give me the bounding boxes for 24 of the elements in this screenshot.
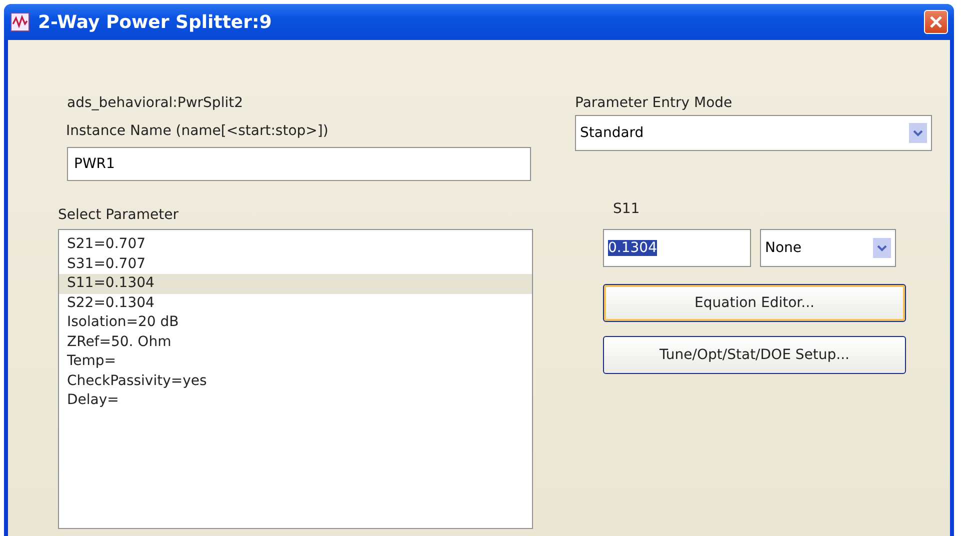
entry-mode-dropdown[interactable]: Standard: [575, 115, 932, 151]
close-icon: [929, 15, 943, 29]
parameter-item[interactable]: S11=0.1304: [59, 274, 532, 294]
close-button[interactable]: [924, 10, 948, 34]
app-icon: [10, 12, 30, 32]
dialog-button[interactable]: Tune/Opt/Stat/DOE Setup...: [603, 336, 906, 374]
instance-name-label: Instance Name (name[<start:stop>]): [66, 123, 330, 139]
instance-name-field[interactable]: PWR1: [67, 147, 531, 181]
parameter-item[interactable]: CheckPassivity=yes: [59, 372, 532, 391]
select-parameter-label: Select Parameter: [58, 207, 180, 223]
entry-mode-label: Parameter Entry Mode: [575, 95, 734, 111]
parameter-item[interactable]: ZRef=50. Ohm: [59, 332, 532, 352]
unit-dropdown[interactable]: None: [760, 229, 896, 267]
parameter-item[interactable]: S31=0.707: [59, 254, 532, 274]
parameter-item[interactable]: Delay=: [59, 391, 532, 410]
window-title: 2-Way Power Splitter:9: [38, 12, 273, 32]
parameter-name-label: S11: [613, 201, 641, 217]
parameter-item[interactable]: Isolation=20 dB: [59, 313, 532, 332]
parameter-item[interactable]: Temp=: [59, 352, 532, 372]
component-name: ads_behavioral:PwrSplit2: [67, 95, 244, 111]
value-field[interactable]: 0.1304: [603, 229, 751, 267]
parameter-item[interactable]: S22=0.1304: [59, 294, 532, 313]
parameter-item[interactable]: S21=0.707: [59, 235, 532, 254]
dialog-button[interactable]: Equation Editor...: [603, 284, 906, 322]
